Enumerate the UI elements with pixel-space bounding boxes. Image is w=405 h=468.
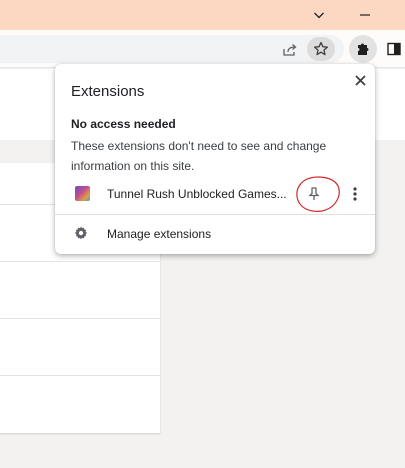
bookmark-button[interactable]: [307, 37, 335, 61]
close-icon: [354, 74, 366, 86]
section-description: These extensions don't need to see and c…: [71, 139, 327, 173]
more-options-button[interactable]: [347, 184, 363, 204]
puzzle-icon: [358, 43, 369, 55]
manage-extensions-link[interactable]: Manage extensions: [55, 222, 375, 246]
side-panel-button[interactable]: [383, 35, 405, 63]
extensions-popup: Extensions No access needed These extens…: [55, 64, 375, 254]
extension-item[interactable]: Tunnel Rush Unblocked Games...: [55, 176, 375, 212]
pin-button[interactable]: [305, 185, 323, 203]
share-button[interactable]: [282, 42, 298, 58]
popup-divider: [55, 214, 375, 215]
chevron-down-icon: [313, 12, 324, 19]
card-divider: [0, 318, 160, 319]
share-icon: [283, 44, 297, 56]
minimize-icon: [359, 14, 370, 16]
title-bar: [0, 0, 405, 30]
star-icon: [313, 41, 329, 56]
gear-icon: [74, 226, 88, 240]
close-button[interactable]: [350, 70, 370, 90]
popup-title: Extensions: [71, 83, 145, 100]
tab-search-button[interactable]: [296, 0, 341, 30]
section-heading: No access needed: [71, 117, 176, 131]
minimize-button[interactable]: [342, 0, 387, 30]
card-divider: [0, 261, 160, 262]
pin-icon: [308, 187, 320, 200]
side-panel-icon: [387, 42, 401, 56]
card-divider: [0, 375, 160, 376]
extensions-button[interactable]: [349, 35, 377, 63]
more-vert-icon: [353, 187, 357, 201]
tunnel-rush-favicon: [75, 186, 90, 201]
manage-extensions-label: Manage extensions: [107, 227, 212, 241]
address-bar[interactable]: [0, 35, 344, 63]
extension-name: Tunnel Rush Unblocked Games...: [107, 187, 287, 201]
browser-toolbar: [0, 30, 405, 68]
